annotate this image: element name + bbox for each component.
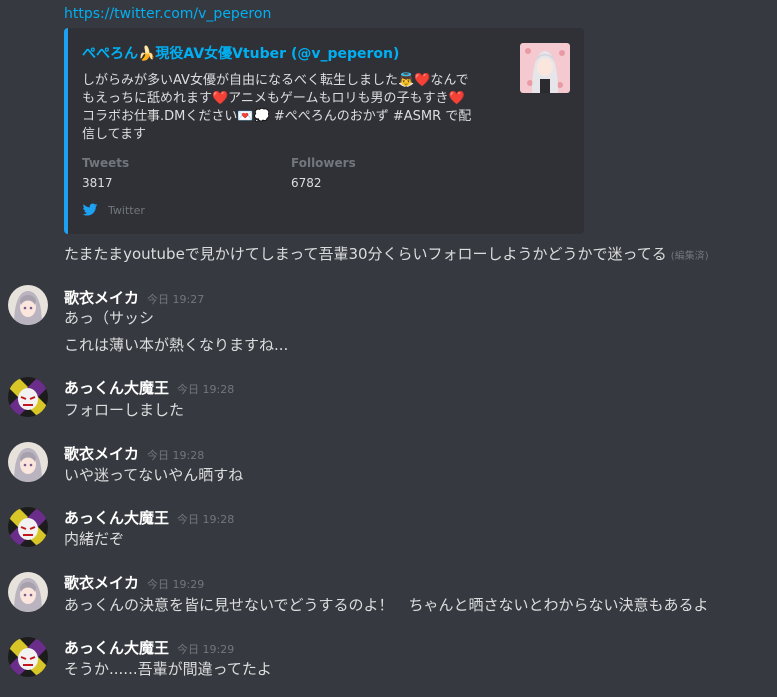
author-name[interactable]: 歌衣メイカ (64, 445, 139, 463)
author-name[interactable]: 歌衣メイカ (64, 289, 139, 307)
avatar[interactable] (8, 507, 48, 547)
message-timestamp: 今日 19:29 (177, 643, 235, 656)
message-author[interactable]: あっくん大魔王 今日 19:29 (64, 637, 234, 658)
message-timestamp: 今日 19:27 (147, 293, 205, 306)
message-author[interactable]: あっくん大魔王 今日 19:28 (64, 377, 234, 398)
avatar[interactable] (8, 442, 48, 482)
message-text: いや迷ってないやん晒すね (64, 466, 244, 484)
field-name-tweets: Tweets (82, 156, 130, 170)
message-text: そうか......吾輩が間違ってたよ (64, 660, 272, 678)
embed-footer-text: Twitter (108, 203, 145, 217)
field-value-followers: 6782 (291, 176, 322, 190)
message-text: これは薄い本が熱くなりますね... (64, 336, 289, 354)
twitter-embed: ぺぺろん🍌現役AV女優Vtuber (@v_peperon) しがらみが多いAV… (64, 28, 584, 234)
avatar[interactable] (8, 637, 48, 677)
message-author[interactable]: 歌衣メイカ 今日 19:28 (64, 443, 204, 464)
message-timestamp: 今日 19:28 (177, 513, 235, 526)
embed-description-line: 信してます (82, 127, 146, 142)
message-author[interactable]: 歌衣メイカ 今日 19:27 (64, 287, 204, 308)
message-text: フォローしました (64, 401, 185, 419)
field-value-tweets: 3817 (82, 176, 113, 190)
author-name[interactable]: あっくん大魔王 (64, 509, 169, 527)
avatar[interactable] (8, 377, 48, 417)
author-name[interactable]: 歌衣メイカ (64, 574, 139, 592)
message-continuation: たまたまyoutubeで見かけてしまって吾輩30分くらいフォローしようかどうかで… (64, 243, 709, 264)
message-author[interactable]: あっくん大魔王 今日 19:28 (64, 507, 234, 528)
avatar[interactable] (8, 285, 48, 325)
message-timestamp: 今日 19:29 (147, 578, 205, 591)
embed-description-line: コラボお仕事.DMください💌💭 #ぺぺろんのおかず #ASMR で配 (82, 109, 472, 124)
author-name[interactable]: あっくん大魔王 (64, 639, 169, 657)
embed-thumbnail[interactable] (520, 43, 570, 93)
embed-link[interactable]: https://twitter.com/v_peperon (64, 6, 271, 22)
field-name-followers: Followers (291, 156, 356, 170)
embed-footer: Twitter (82, 203, 145, 217)
message-timestamp: 今日 19:28 (147, 449, 205, 462)
message-author[interactable]: 歌衣メイカ 今日 19:29 (64, 572, 204, 593)
embed-description-line: もえっちに舐めれます❤️アニメもゲームもロリも男の子もすき❤️ (82, 91, 465, 106)
embed-description-line: しがらみが多いAV女優が自由になるべく転生しました👼❤️なんで (82, 73, 469, 88)
message-text: あっくんの決意を皆に見せないでどうするのよ！ ちゃんと晒さないとわからない決意も… (64, 596, 709, 614)
embed-description: しがらみが多いAV女優が自由になるべく転生しました👼❤️なんで もえっちに舐めれ… (82, 72, 507, 144)
message-text: 内緒だぞ (64, 530, 125, 548)
avatar[interactable] (8, 572, 48, 612)
author-name[interactable]: あっくん大魔王 (64, 379, 169, 397)
embed-author[interactable]: ぺぺろん🍌現役AV女優Vtuber (@v_peperon) (82, 43, 399, 63)
message-text: あっ（サッシ (64, 309, 155, 327)
message-text: たまたまyoutubeで見かけてしまって吾輩30分くらいフォローしようかどうかで… (64, 245, 667, 263)
message-timestamp: 今日 19:28 (177, 383, 235, 396)
twitter-bird-icon (82, 203, 98, 216)
edited-label: (編集済) (670, 251, 709, 262)
